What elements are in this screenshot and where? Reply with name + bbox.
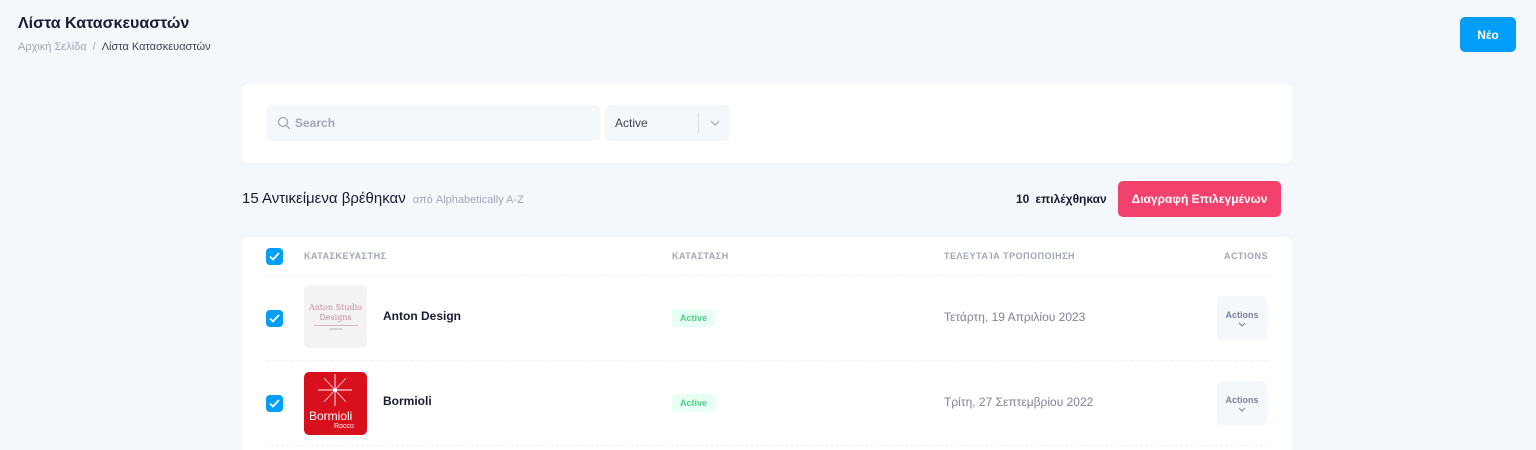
row-divider [266, 360, 1268, 361]
column-header-status[interactable]: ΚΑΤΑΣΤΑΣΗ [672, 251, 729, 261]
manufacturers-table: ΚΑΤΑΣΚΕΥΑΣΤΗΣ ΚΑΤΑΣΤΑΣΗ ΤΕΛΕΥΤΑΊΑ ΤΡΟΠΟΠ… [242, 237, 1292, 450]
last-modified-date: Τρίτη, 27 Σεπτεμβρίου 2022 [944, 395, 1094, 409]
status-select[interactable]: Active [605, 105, 730, 141]
new-button[interactable]: Νέο [1460, 17, 1516, 52]
logo-text: Rocco [334, 423, 354, 430]
breadcrumb-separator: / [92, 41, 96, 53]
manufacturer-logo: Bormioli Rocco [304, 372, 367, 435]
status-select-value: Active [615, 116, 648, 130]
selected-label: επιλέχθηκαν [1035, 192, 1107, 206]
status-badge: Active [672, 309, 716, 327]
logo-text: Bormioli [309, 409, 353, 423]
selected-count: 10 επιλέχθηκαν [1016, 192, 1107, 206]
column-header-last-modified[interactable]: ΤΕΛΕΥΤΑΊΑ ΤΡΟΠΟΠΟΙΗΣΗ [944, 251, 1075, 261]
manufacturer-logo: Anton Studio Designs LONDON [304, 285, 367, 348]
manufacturer-name[interactable]: Bormioli [383, 394, 432, 408]
actions-dropdown-button[interactable]: Actions [1217, 381, 1267, 425]
delete-selected-button[interactable]: Διαγραφή Επιλεγμένων [1118, 181, 1281, 217]
logo-text: LONDON [329, 326, 342, 331]
last-modified-date: Τετάρτη, 19 Απριλίου 2023 [944, 310, 1086, 324]
logo-text: Anton Studio [309, 302, 362, 312]
select-all-checkbox[interactable] [266, 248, 283, 265]
page-title: Λίστα Κατασκευαστών [18, 15, 190, 32]
logo-divider [313, 324, 358, 326]
results-count: 15 Αντικείμενα βρέθηκαν από Alphabetical… [242, 190, 524, 207]
search-input[interactable] [295, 116, 595, 130]
search-box[interactable] [266, 105, 600, 141]
filter-card: Active [242, 84, 1292, 163]
status-badge: Active [672, 394, 716, 412]
selected-number: 10 [1016, 192, 1030, 206]
manufacturer-name[interactable]: Anton Design [383, 309, 461, 323]
row-checkbox[interactable] [266, 395, 283, 412]
row-divider [266, 275, 1268, 276]
actions-dropdown-button[interactable]: Actions [1217, 296, 1267, 340]
chevron-down-icon[interactable] [699, 120, 730, 126]
sort-text: από Alphabetically A-Z [412, 194, 524, 206]
chevron-down-icon [1238, 407, 1246, 412]
search-icon [277, 116, 291, 130]
chevron-down-icon [1238, 322, 1246, 327]
column-header-actions: ACTIONS [1224, 251, 1268, 261]
row-checkbox[interactable] [266, 310, 283, 327]
breadcrumb: Αρχική Σελίδα / Λίστα Κατασκευαστών [18, 41, 211, 53]
row-divider [266, 445, 1268, 446]
actions-label: Actions [1225, 309, 1259, 320]
breadcrumb-current: Λίστα Κατασκευαστών [101, 41, 211, 53]
actions-label: Actions [1225, 394, 1259, 405]
column-header-manufacturer[interactable]: ΚΑΤΑΣΚΕΥΑΣΤΗΣ [304, 251, 386, 261]
breadcrumb-home[interactable]: Αρχική Σελίδα [18, 41, 87, 53]
results-count-text: 15 Αντικείμενα βρέθηκαν [242, 190, 406, 207]
logo-text: Designs [319, 312, 352, 322]
